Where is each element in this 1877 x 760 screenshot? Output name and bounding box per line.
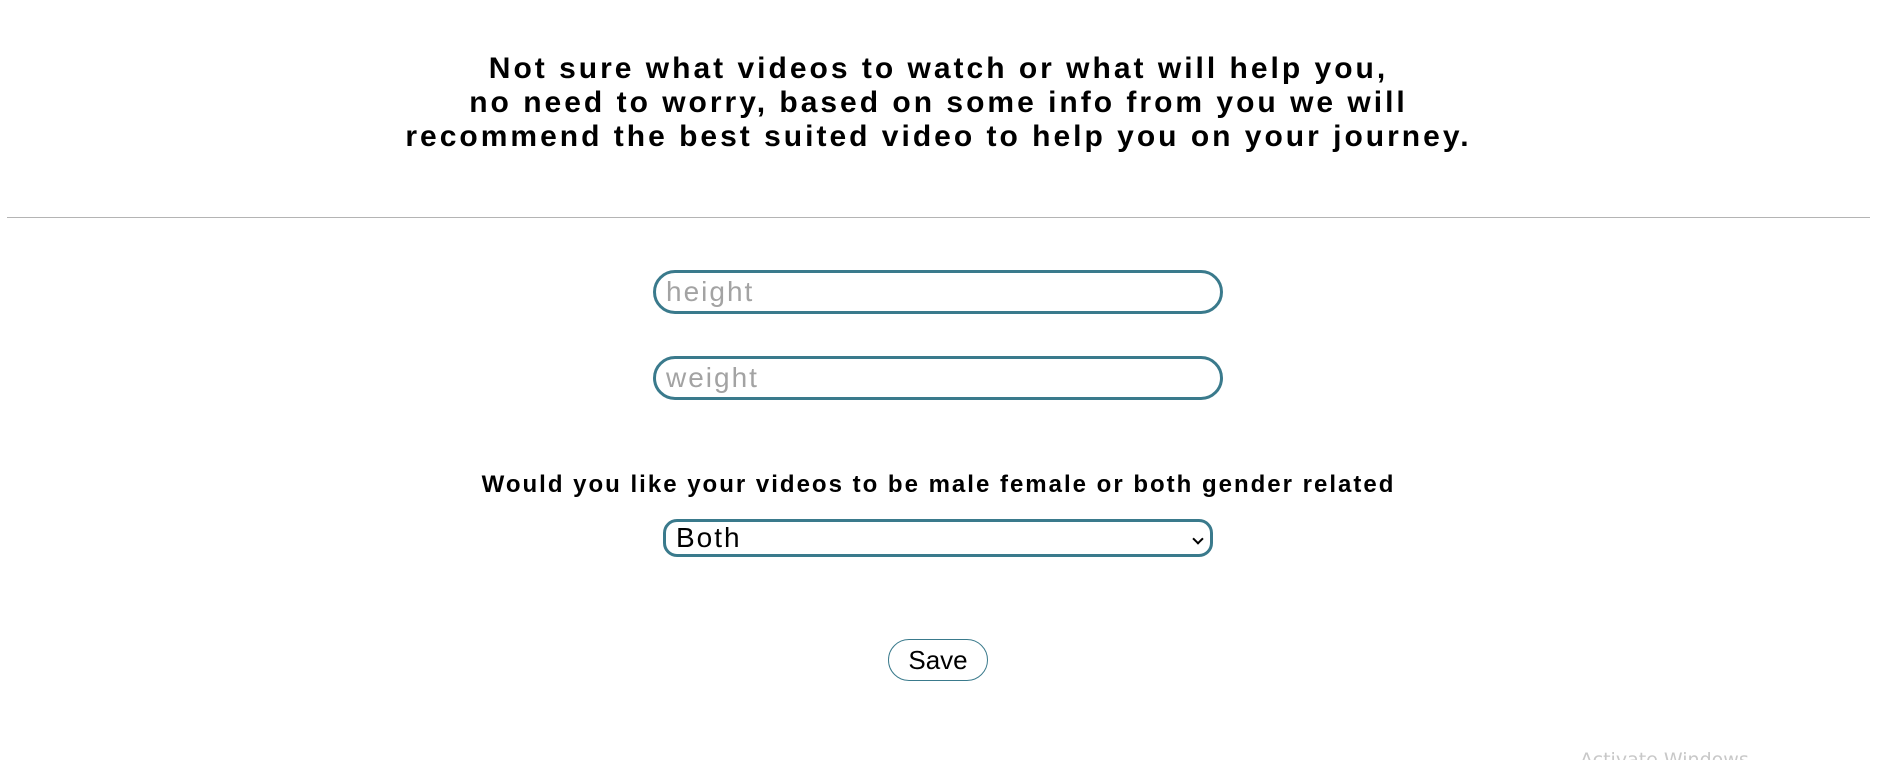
chevron-down-icon [1192, 533, 1204, 545]
section-divider [7, 217, 1870, 218]
intro-line-2: no need to worry, based on some info fro… [469, 86, 1408, 119]
gender-question-label: Would you like your videos to be male fe… [481, 471, 1396, 498]
height-input[interactable] [653, 270, 1223, 314]
recommendation-page: Not sure what videos to watch or what wi… [0, 0, 1877, 760]
intro-line-3: recommend the best suited video to help … [405, 120, 1472, 153]
gender-select[interactable]: Both [663, 519, 1213, 557]
intro-text: Not sure what videos to watch or what wi… [0, 52, 1877, 154]
weight-input[interactable] [653, 356, 1223, 400]
gender-select-value: Both [676, 522, 742, 553]
intro-line-1: Not sure what videos to watch or what wi… [488, 52, 1389, 85]
save-button[interactable]: Save [888, 639, 988, 681]
activate-windows-watermark: Activate Windows [1580, 749, 1749, 760]
